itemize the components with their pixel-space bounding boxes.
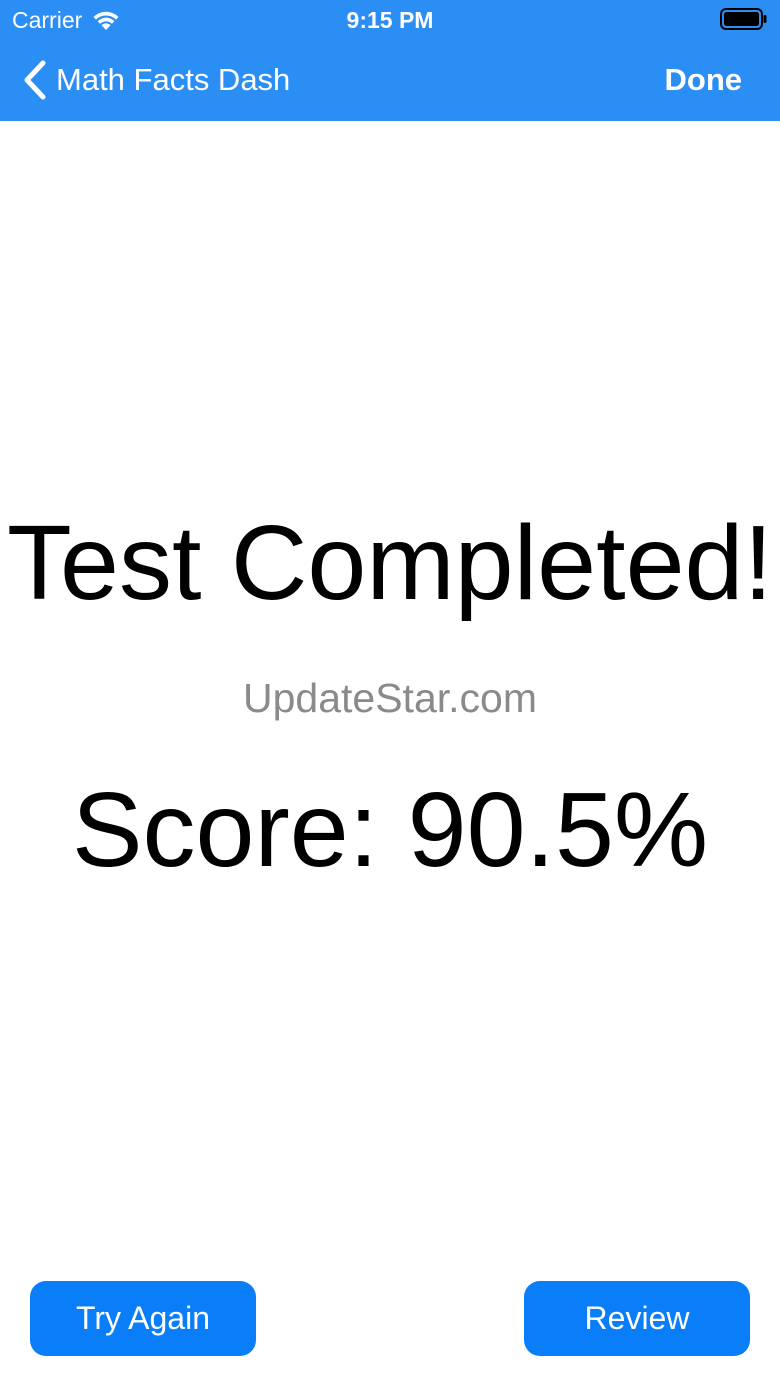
try-again-button[interactable]: Try Again (30, 1281, 256, 1356)
review-button[interactable]: Review (524, 1281, 750, 1356)
page-title: Test Completed! (7, 504, 773, 622)
watermark-text: UpdateStar.com (243, 675, 537, 721)
screen: Carrier 9:15 PM Math Facts Dash Done Tes… (0, 0, 780, 1387)
status-time: 9:15 PM (346, 7, 434, 33)
battery-icon (720, 8, 768, 30)
top-bar: Carrier 9:15 PM Math Facts Dash Done (0, 0, 780, 121)
done-button[interactable]: Done (665, 58, 743, 102)
score-label: Score: 90.5% (71, 771, 709, 889)
back-button-label: Math Facts Dash (56, 62, 291, 97)
back-button[interactable]: Math Facts Dash (22, 58, 290, 102)
chevron-left-icon (22, 60, 48, 100)
